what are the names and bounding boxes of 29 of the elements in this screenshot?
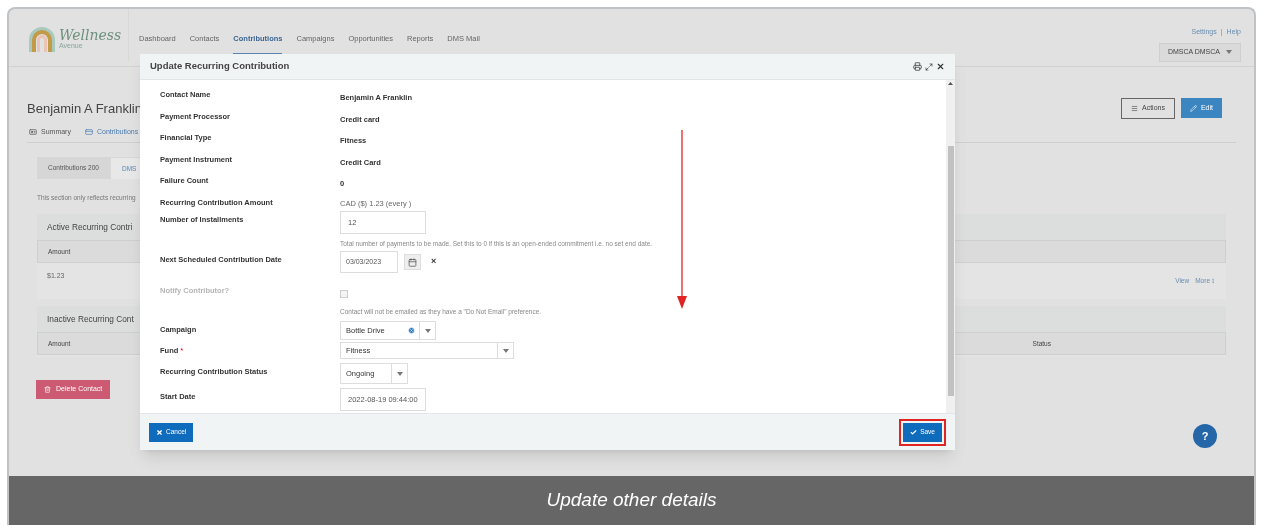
panel-title: Active Recurring Contri [47, 220, 133, 234]
pencil-icon [1189, 104, 1197, 112]
calendar-icon [408, 257, 417, 267]
contact-name: Benjamin A Franklin [27, 99, 142, 118]
caption-text: Update other details [546, 488, 717, 513]
card-icon [84, 128, 93, 137]
logo-name: Wellness [59, 27, 122, 42]
close-icon[interactable] [936, 62, 945, 71]
caret-icon [1226, 50, 1232, 54]
caret-icon [396, 371, 403, 376]
scrollbar[interactable] [946, 80, 955, 413]
caret-icon [502, 348, 509, 353]
check-icon [910, 428, 918, 436]
help-button[interactable]: ? [1193, 424, 1217, 448]
panel-title: Inactive Recurring Cont [47, 312, 134, 326]
clear-icon [408, 327, 415, 334]
dots-icon [1210, 277, 1216, 284]
rainbow-icon [27, 24, 57, 52]
close-icon [156, 428, 163, 436]
menu-icon [1130, 105, 1138, 112]
clear-date-button[interactable]: × [431, 255, 437, 269]
calendar-button[interactable] [404, 254, 421, 270]
trash-icon [44, 386, 51, 393]
expand-icon[interactable] [925, 62, 933, 71]
scroll-up-icon[interactable] [948, 80, 953, 86]
modal-title: Update Recurring Contribution [150, 59, 290, 74]
scrollbar-thumb[interactable] [947, 146, 954, 396]
print-icon[interactable] [913, 62, 922, 71]
id-card-icon [29, 128, 37, 137]
